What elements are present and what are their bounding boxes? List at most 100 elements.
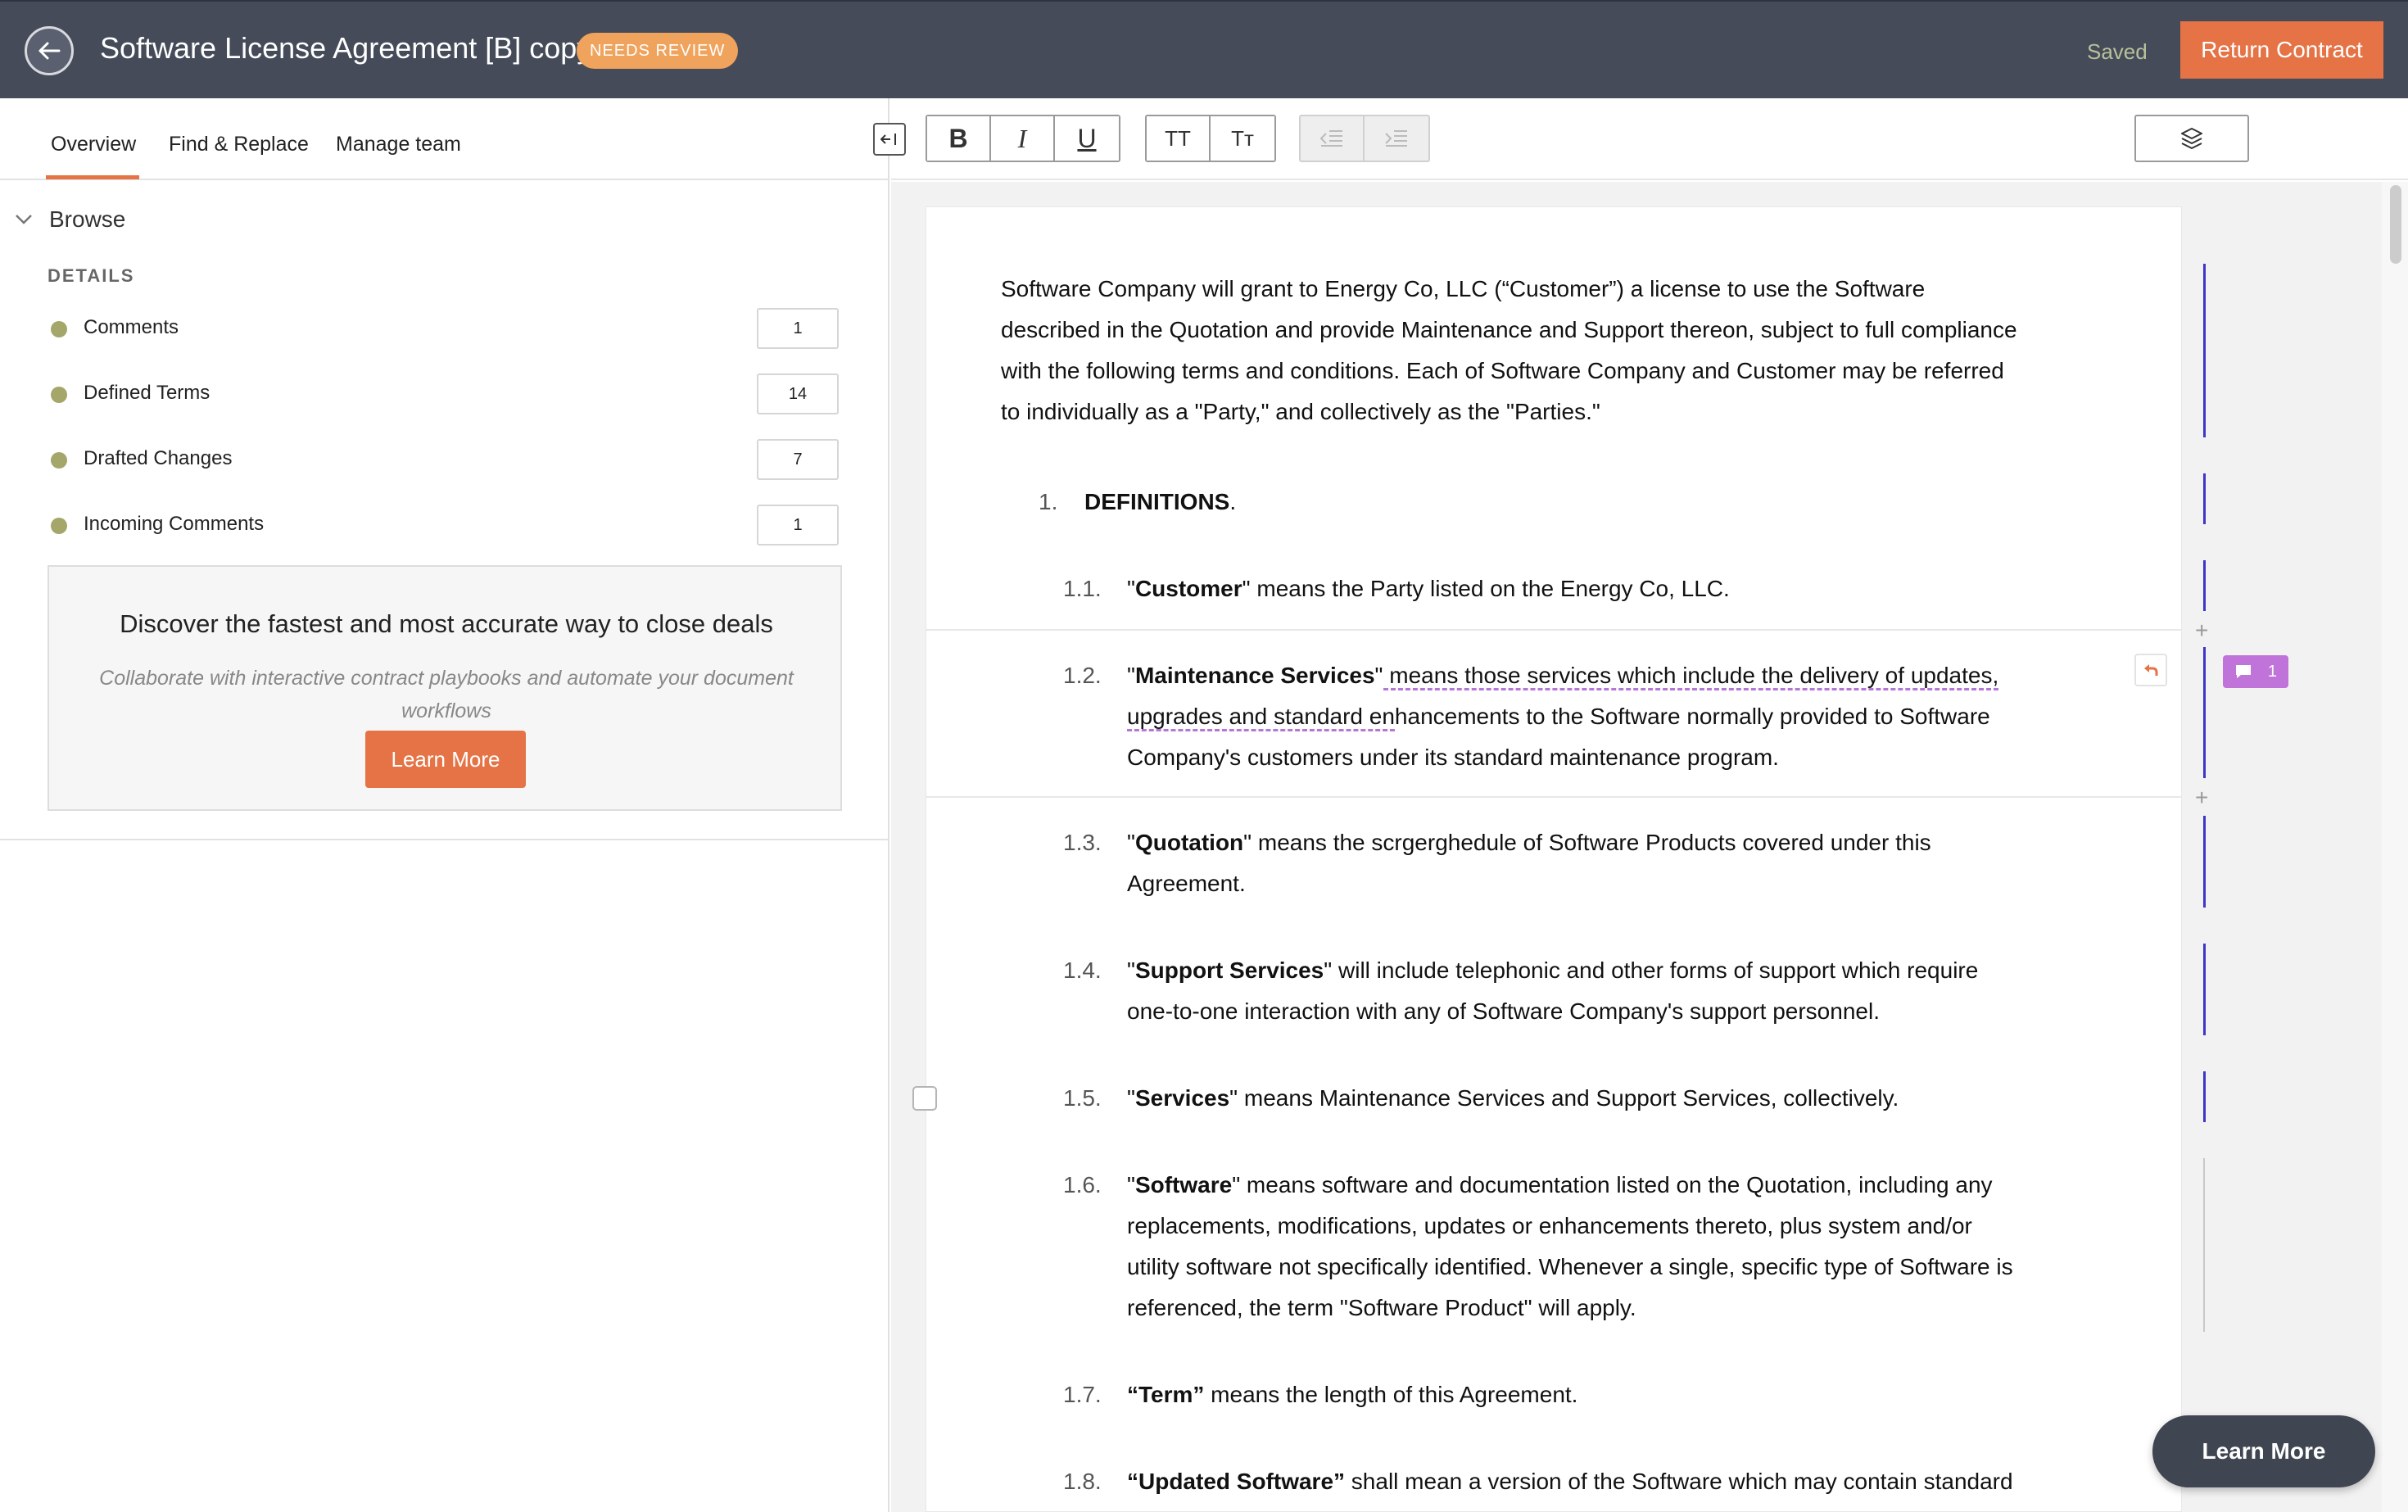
tab-overview[interactable]: Overview [51, 133, 136, 156]
defined-term[interactable]: Term [1138, 1382, 1193, 1407]
clause-number: 1.6. [1063, 1172, 1102, 1197]
defined-term[interactable]: Quotation [1135, 830, 1243, 855]
quote-open: " [1127, 957, 1135, 983]
change-marker[interactable] [2203, 264, 2206, 437]
detail-row-comments[interactable]: Comments 1 [51, 308, 839, 349]
defined-term[interactable]: Support Services [1135, 957, 1324, 983]
clause-1-8: “Updated Software” shall mean a version … [1127, 1461, 2028, 1502]
plus-icon[interactable]: + [2195, 619, 2208, 642]
detail-label: Comments [84, 316, 179, 338]
section-title: DEFINITIONS [1084, 489, 1230, 514]
chevron-down-icon [16, 215, 32, 224]
detail-row-defined-terms[interactable]: Defined Terms 14 [51, 373, 839, 414]
section-number: 1. [1039, 489, 1058, 514]
revert-button[interactable] [2134, 654, 2167, 686]
promo-subtitle: Collaborate with interactive contract pl… [99, 667, 794, 722]
uppercase-button[interactable]: TT [1147, 116, 1211, 161]
detail-count: 1 [757, 308, 839, 349]
collapse-panel-button[interactable] [873, 123, 906, 156]
back-button[interactable] [25, 26, 74, 75]
active-tab-indicator [46, 175, 139, 179]
defined-term[interactable]: Maintenance Services [1135, 663, 1375, 688]
status-badge: NEEDS REVIEW [577, 33, 739, 69]
layers-button[interactable] [2134, 115, 2249, 162]
defined-term[interactable]: Updated Software [1138, 1469, 1333, 1494]
detail-count: 1 [757, 505, 839, 545]
quote-close: " [1242, 576, 1251, 601]
browse-toggle[interactable]: Browse [15, 206, 125, 233]
left-panel: Overview Find & Replace Manage team Brow… [0, 98, 889, 1512]
clause-body: means Maintenance Services and Support S… [1238, 1085, 1899, 1111]
status-dot [51, 518, 67, 534]
row-separator [926, 796, 2182, 798]
quote-close: " [1232, 1172, 1241, 1197]
select-checkbox[interactable] [912, 1086, 937, 1111]
change-marker[interactable] [2203, 560, 2206, 611]
indent-group [1299, 115, 1430, 162]
divider [0, 839, 889, 840]
clause-body: means the Party listed on the Energy Co,… [1250, 576, 1730, 601]
layers-icon [2181, 128, 2202, 149]
detail-label: Incoming Comments [84, 513, 265, 535]
clause-1-6: "Software" means software and documentat… [1127, 1165, 2028, 1329]
scrollbar-thumb[interactable] [2390, 185, 2401, 264]
quote-open: " [1127, 1172, 1135, 1197]
quote-open: “ [1127, 1382, 1138, 1407]
defined-term[interactable]: Customer [1135, 576, 1242, 601]
detail-row-incoming-comments[interactable]: Incoming Comments 1 [51, 505, 839, 545]
detail-label: Drafted Changes [84, 447, 233, 469]
top-bar: Software License Agreement [B] copy NEED… [0, 0, 2408, 98]
clause-body: means software and documentation listed … [1127, 1172, 2013, 1320]
clause-number: 1.2. [1063, 663, 1102, 688]
tab-manage-team[interactable]: Manage team [336, 133, 461, 156]
status-dot [51, 387, 67, 403]
quote-close: " [1324, 957, 1333, 983]
return-contract-button[interactable]: Return Contract [2180, 21, 2383, 79]
change-marker[interactable] [2203, 1158, 2205, 1332]
plus-icon[interactable]: + [2195, 786, 2208, 809]
indent-button[interactable] [1365, 116, 1428, 161]
section-heading: DEFINITIONS. [1084, 482, 1236, 523]
arrow-left-icon [38, 42, 61, 60]
small-caps-button[interactable]: Tт [1211, 116, 1274, 161]
outdent-button[interactable] [1301, 116, 1365, 161]
quote-close: " [1243, 830, 1252, 855]
quote-close: ” [1193, 1382, 1205, 1407]
detail-count: 14 [757, 373, 839, 414]
tab-find-replace[interactable]: Find & Replace [169, 133, 309, 156]
bold-button[interactable]: B [927, 116, 991, 161]
outdent-icon [1319, 130, 1342, 147]
change-marker[interactable] [2203, 944, 2206, 1035]
floating-learn-more-button[interactable]: Learn More [2152, 1415, 2375, 1487]
status-dot [51, 452, 67, 469]
clause-1-1: "Customer" means the Party listed on the… [1127, 568, 2028, 609]
document-title: Software License Agreement [B] copy [100, 31, 592, 65]
change-marker[interactable] [2203, 473, 2206, 524]
clause-1-4: "Support Services" will include telephon… [1127, 950, 2028, 1032]
learn-more-button[interactable]: Learn More [365, 731, 526, 788]
clause-body: shall mean a version of the Software whi… [1345, 1469, 2013, 1494]
italic-button[interactable]: I [991, 116, 1055, 161]
quote-close: " [1374, 663, 1383, 688]
defined-term[interactable]: Software [1135, 1172, 1232, 1197]
clause-body: means the length of this Agreement. [1204, 1382, 1578, 1407]
case-group: TT Tт [1145, 115, 1276, 162]
change-marker[interactable] [2203, 816, 2206, 908]
quote-open: " [1127, 576, 1135, 601]
detail-row-drafted-changes[interactable]: Drafted Changes 7 [51, 439, 839, 480]
underline-button[interactable]: U [1055, 116, 1119, 161]
change-marker[interactable] [2203, 647, 2206, 778]
comment-icon [2236, 665, 2251, 678]
clause-1-5: "Services" means Maintenance Services an… [1127, 1078, 2028, 1119]
scrollbar[interactable] [2382, 182, 2408, 1512]
quote-open: “ [1127, 1469, 1138, 1494]
indent-icon [1385, 130, 1407, 147]
defined-term[interactable]: Services [1135, 1085, 1229, 1111]
details-heading: DETAILS [48, 265, 135, 286]
clause-number: 1.1. [1063, 576, 1102, 601]
detail-count: 7 [757, 439, 839, 480]
clause-1-3: "Quotation" means the scrgerghedule of S… [1127, 822, 2028, 904]
comment-badge[interactable]: 1 [2223, 655, 2288, 688]
change-marker[interactable] [2203, 1071, 2206, 1122]
saved-status: Saved [2087, 39, 2148, 64]
